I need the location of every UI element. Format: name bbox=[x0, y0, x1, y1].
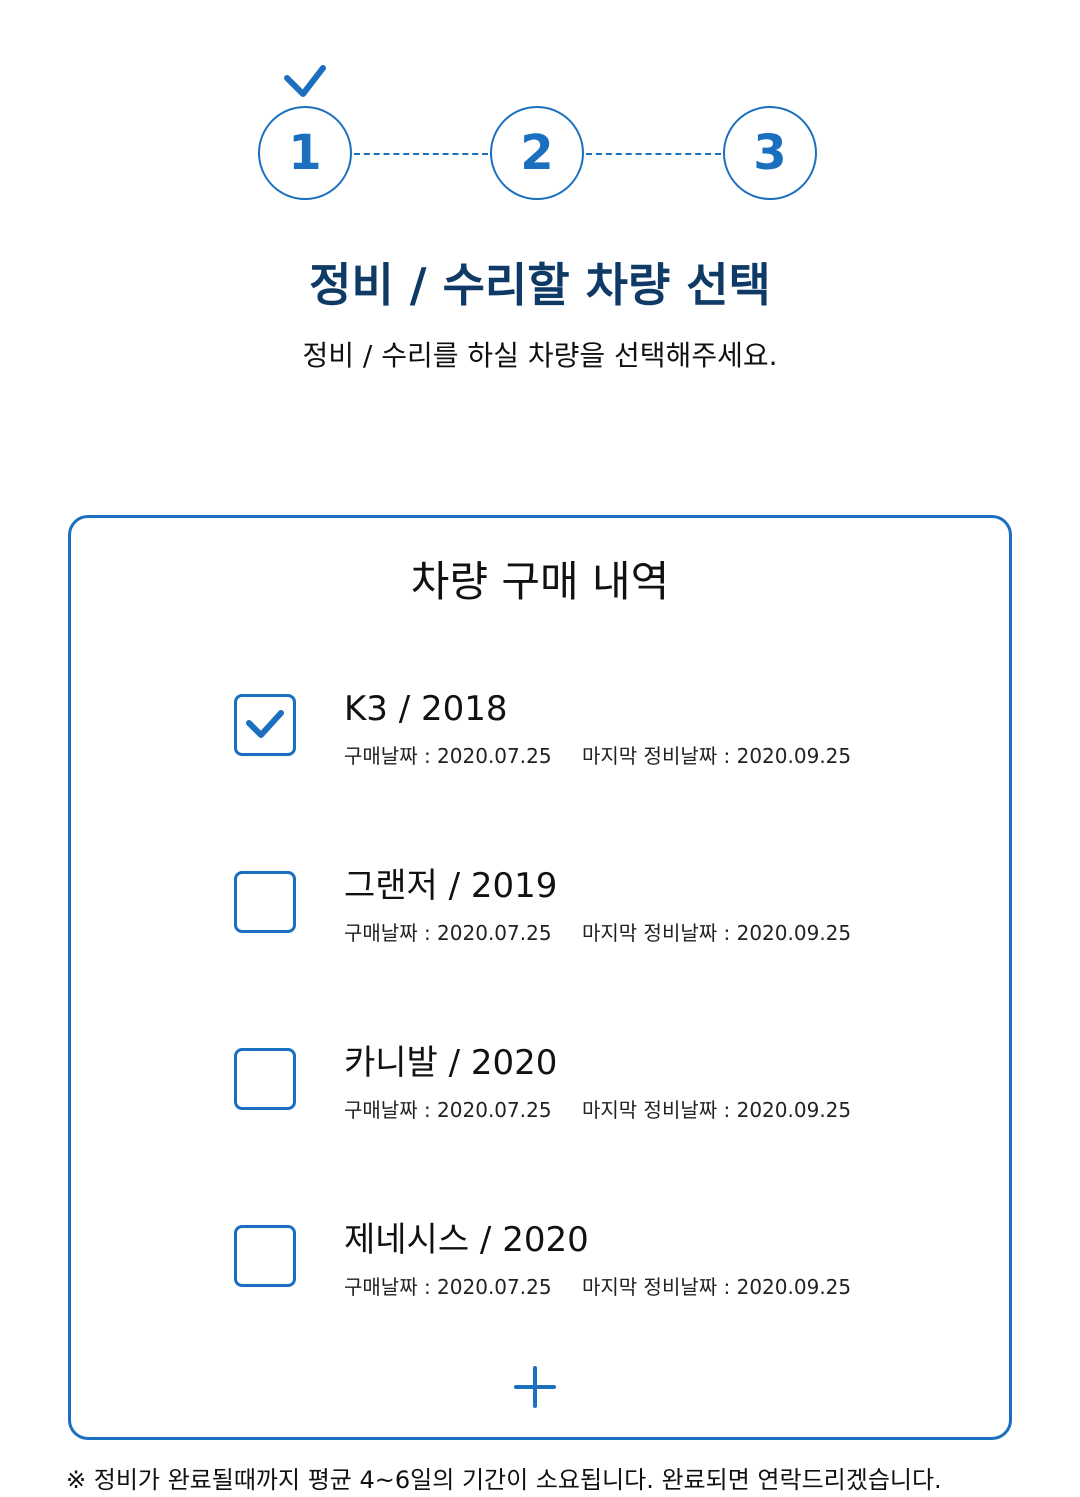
vehicle-meta: 구매날짜 : 2020.07.25 마지막 정비날짜 : 2020.09.25 bbox=[344, 1096, 851, 1124]
last-service-date: 마지막 정비날짜 : 2020.09.25 bbox=[582, 921, 852, 945]
vehicle-checkbox[interactable] bbox=[234, 871, 296, 933]
page-subtitle: 정비 / 수리를 하실 차량을 선택해주세요. bbox=[302, 339, 778, 372]
page-title: 정비 / 수리할 차량 선택 bbox=[309, 258, 771, 312]
step-2-indicator: 2 bbox=[490, 106, 584, 200]
last-service-date: 마지막 정비날짜 : 2020.09.25 bbox=[582, 1275, 852, 1299]
vehicle-name: 그랜저 / 2019 bbox=[344, 866, 558, 906]
vehicle-checkbox[interactable] bbox=[234, 694, 296, 756]
vehicle-name: 카니발 / 2020 bbox=[344, 1043, 558, 1083]
check-icon bbox=[284, 65, 326, 97]
step-connector bbox=[586, 153, 721, 155]
vehicle-item[interactable]: K3 / 2018 구매날짜 : 2020.07.25 마지막 정비날짜 : 20… bbox=[232, 689, 872, 784]
purchase-date: 구매날짜 : 2020.07.25 bbox=[344, 744, 552, 768]
vehicle-meta: 구매날짜 : 2020.07.25 마지막 정비날짜 : 2020.09.25 bbox=[344, 919, 851, 947]
vehicle-meta: 구매날짜 : 2020.07.25 마지막 정비날짜 : 2020.09.25 bbox=[344, 742, 851, 770]
plus-icon bbox=[514, 1366, 556, 1408]
vehicle-name: 제네시스 / 2020 bbox=[344, 1220, 589, 1260]
vehicle-name: K3 / 2018 bbox=[344, 689, 508, 729]
purchase-date: 구매날짜 : 2020.07.25 bbox=[344, 1098, 552, 1122]
progress-stepper: 1 2 3 bbox=[0, 0, 1080, 230]
vehicle-checkbox[interactable] bbox=[234, 1048, 296, 1110]
vehicle-checkbox[interactable] bbox=[234, 1225, 296, 1287]
step-3-indicator: 3 bbox=[723, 106, 817, 200]
last-service-date: 마지막 정비날짜 : 2020.09.25 bbox=[582, 744, 852, 768]
service-notice: ※ 정비가 완료될때까지 평균 4~6일의 기간이 소요됩니다. 완료되면 연락… bbox=[66, 1466, 942, 1494]
vehicle-item[interactable]: 제네시스 / 2020 구매날짜 : 2020.07.25 마지막 정비날짜 : … bbox=[232, 1220, 872, 1315]
vehicle-meta: 구매날짜 : 2020.07.25 마지막 정비날짜 : 2020.09.25 bbox=[344, 1273, 851, 1301]
last-service-date: 마지막 정비날짜 : 2020.09.25 bbox=[582, 1098, 852, 1122]
vehicle-item[interactable]: 그랜저 / 2019 구매날짜 : 2020.07.25 마지막 정비날짜 : 2… bbox=[232, 866, 872, 961]
add-vehicle-button[interactable] bbox=[514, 1366, 556, 1408]
check-icon bbox=[246, 710, 284, 738]
step-connector bbox=[354, 153, 488, 155]
card-title: 차량 구매 내역 bbox=[410, 557, 670, 606]
purchase-date: 구매날짜 : 2020.07.25 bbox=[344, 1275, 552, 1299]
vehicle-item[interactable]: 카니발 / 2020 구매날짜 : 2020.07.25 마지막 정비날짜 : 2… bbox=[232, 1043, 872, 1138]
step-1-indicator: 1 bbox=[258, 106, 352, 200]
purchase-date: 구매날짜 : 2020.07.25 bbox=[344, 921, 552, 945]
